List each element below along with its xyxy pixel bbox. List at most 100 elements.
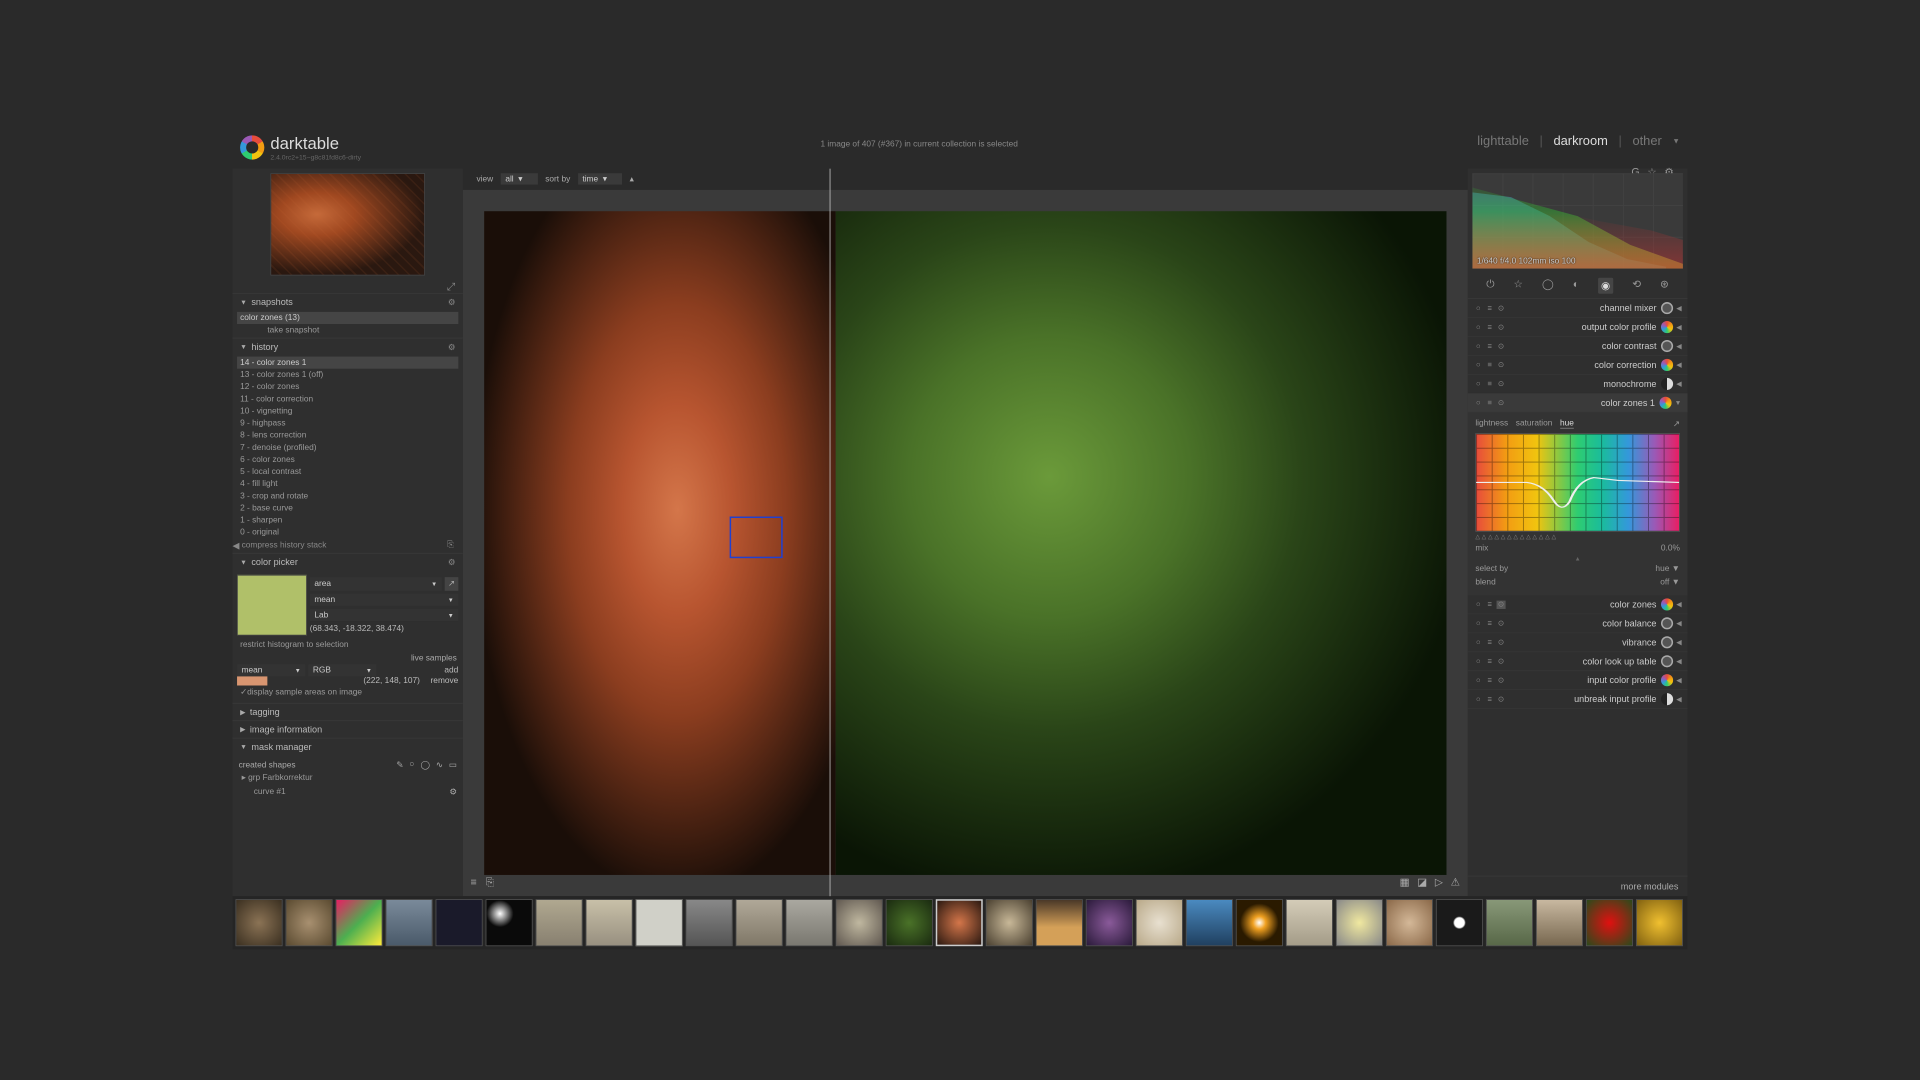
filmstrip-thumb[interactable] [336,899,383,946]
multi-icon[interactable]: ≡ [1485,304,1494,312]
filmstrip-thumb[interactable] [536,899,583,946]
correction-icon[interactable]: ⟲ [1632,278,1641,294]
picker-mode-select[interactable]: area▼ [310,577,442,591]
darkroom-canvas[interactable] [463,190,1468,896]
compress-history-button[interactable]: compress history stack [242,540,327,549]
ellipse-icon[interactable]: ◯ [420,760,429,770]
view-select[interactable]: all ▾ [501,173,538,184]
module-color-zones-1[interactable]: ○≡⊙ color zones 1 ▼ [1468,394,1688,413]
sort-select[interactable]: time ▾ [578,173,622,184]
take-snapshot-button[interactable]: take snapshot [237,324,458,336]
preview-expand-icon[interactable]: ⤢ [233,280,463,293]
filmstrip-thumb[interactable] [1286,899,1333,946]
curve-handles[interactable]: △ △ △ △ △ △ △ △ △ △ △ △ △ [1475,532,1680,542]
color-picker-header[interactable]: ▼ color picker ⚙ [233,554,463,571]
history-item[interactable]: 9 - highpass [237,417,458,429]
filmstrip-thumb[interactable] [1636,899,1683,946]
tab-lighttable[interactable]: lighttable [1477,134,1529,149]
filmstrip-thumb[interactable] [886,899,933,946]
mask-curve[interactable]: curve #1 [239,786,289,798]
tab-saturation[interactable]: saturation [1516,419,1553,429]
tagging-header[interactable]: ▶ tagging [233,704,463,721]
filmstrip-thumb[interactable] [1336,899,1383,946]
tab-other[interactable]: other [1632,134,1661,149]
histogram[interactable]: 1/640 f/4.0 102mm iso 100 [1472,173,1683,268]
filmstrip-thumb[interactable] [1236,899,1283,946]
chevron-down-icon[interactable]: ▼ [1672,137,1680,145]
eyedropper-icon[interactable]: ↗ [1673,419,1680,429]
history-item[interactable]: 0 - original [237,526,458,538]
overexposed-icon[interactable]: ⚠ [1451,876,1461,889]
history-item[interactable]: 7 - denoise (profiled) [237,441,458,453]
history-item[interactable]: 6 - color zones [237,454,458,466]
history-header[interactable]: ▼ history ⚙ [233,338,463,355]
left-panel-collapse[interactable]: ◀ [233,540,240,551]
effects-icon[interactable]: ⊛ [1660,278,1669,294]
color-zones-graph[interactable] [1475,433,1680,532]
presets-icon[interactable]: ≡ [470,876,476,889]
filmstrip-thumb[interactable] [1036,899,1083,946]
filmstrip-thumb[interactable] [486,899,533,946]
picker-stat-select[interactable]: mean▼ [310,594,459,606]
history-item[interactable]: 3 - crop and rotate [237,490,458,502]
module-channel-mixer[interactable]: ○≡⊙ channel mixer ◀ [1468,299,1688,318]
sample-stat-select[interactable]: mean▼ [237,664,305,676]
module-color-contrast[interactable]: ○≡⊙ color contrast ◀ [1468,337,1688,356]
remove-sample-button[interactable]: remove [431,676,459,685]
history-item[interactable]: 13 - color zones 1 (off) [237,369,458,381]
filmstrip-thumb[interactable] [286,899,333,946]
styles-icon[interactable]: ⎘ [447,540,454,550]
history-item[interactable]: 14 - color zones 1 [237,357,458,369]
circle-icon[interactable]: ○ [409,760,414,770]
mask-group[interactable]: ▸ grp Farbkorrektur [239,771,457,784]
filmstrip-thumb[interactable] [836,899,883,946]
image-info-header[interactable]: ▶ image information [233,721,463,738]
gear-icon[interactable]: ⚙ [448,342,455,352]
picker-space-select[interactable]: Lab▼ [310,609,459,621]
history-item[interactable]: 4 - fill light [237,478,458,490]
filmstrip-thumb[interactable] [986,899,1033,946]
circle-icon[interactable]: ◯ [1542,278,1554,294]
add-sample-button[interactable]: add [444,666,458,675]
snapshot-item[interactable]: color zones (13) [237,312,458,324]
filmstrip-thumb-selected[interactable] [936,899,983,946]
color-group-icon[interactable]: ◉ [1598,278,1613,294]
filmstrip[interactable] [233,896,1688,949]
module-unbreak-input-profile[interactable]: ○≡⊙ unbreak input profile ◀ [1468,690,1688,709]
filmstrip-thumb[interactable] [1186,899,1233,946]
softproof-icon[interactable]: ◪ [1417,876,1427,889]
enable-icon[interactable]: ○ [1474,304,1483,312]
filmstrip-thumb[interactable] [386,899,433,946]
filmstrip-thumb[interactable] [636,899,683,946]
select-by-value[interactable]: hue ▼ [1655,564,1679,573]
blend-value[interactable]: off ▼ [1660,578,1680,587]
filmstrip-thumb[interactable] [786,899,833,946]
tab-darkroom[interactable]: darkroom [1553,134,1607,149]
mask-manager-header[interactable]: ▼ mask manager [233,739,463,756]
sort-direction-icon[interactable]: ▴ [630,174,634,184]
eyedropper-icon[interactable]: ↗ [445,577,459,591]
history-item[interactable]: 10 - vignetting [237,405,458,417]
module-color-lut[interactable]: ○≡⊙ color look up table ◀ [1468,652,1688,671]
module-color-balance[interactable]: ○≡⊙ color balance ◀ [1468,614,1688,633]
filmstrip-thumb[interactable] [1136,899,1183,946]
filmstrip-thumb[interactable] [736,899,783,946]
filmstrip-thumb[interactable] [1386,899,1433,946]
filmstrip-thumb[interactable] [1486,899,1533,946]
history-item[interactable]: 1 - sharpen [237,514,458,526]
filmstrip-thumb[interactable] [1086,899,1133,946]
tone-icon[interactable]: ◐ [1573,278,1579,294]
history-item[interactable]: 8 - lens correction [237,429,458,441]
filmstrip-thumb[interactable] [586,899,633,946]
history-item[interactable]: 5 - local contrast [237,466,458,478]
power-icon[interactable]: ⏻ [1486,278,1494,294]
module-input-color-profile[interactable]: ○≡⊙ input color profile ◀ [1468,671,1688,690]
gear-icon[interactable]: ⚙ [448,557,455,567]
color-picker-region[interactable] [730,516,783,558]
module-color-correction[interactable]: ○≡⊙ color correction ◀ [1468,356,1688,375]
filmstrip-thumb[interactable] [686,899,733,946]
filmstrip-thumb[interactable] [236,899,283,946]
history-item[interactable]: 2 - base curve [237,502,458,514]
filmstrip-thumb[interactable] [1536,899,1583,946]
more-modules-button[interactable]: more modules [1468,876,1688,896]
